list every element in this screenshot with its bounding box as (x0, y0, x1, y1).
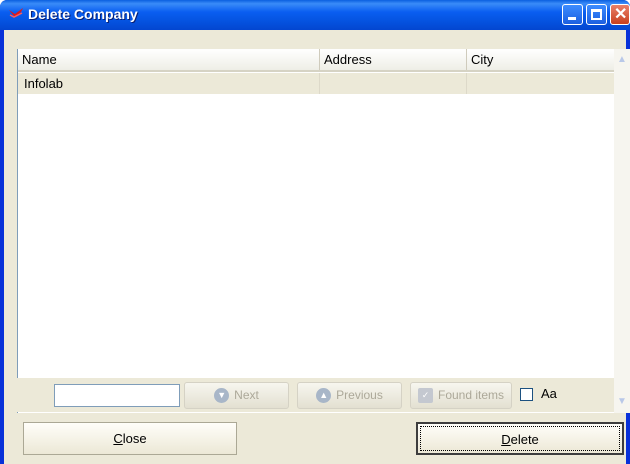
close-icon: ✕ (614, 6, 628, 23)
minimize-button[interactable] (562, 4, 583, 25)
maximize-button[interactable] (586, 4, 607, 25)
close-label: lose (122, 431, 147, 446)
found-items-button[interactable]: ✓ Found items (410, 382, 512, 409)
close-mnemonic: C (113, 431, 123, 446)
previous-button[interactable]: ▲ Previous (297, 382, 402, 409)
column-header-name[interactable]: Name (18, 49, 320, 70)
close-button[interactable]: Close (23, 422, 237, 455)
found-items-label: Found items (437, 388, 505, 402)
column-header-city[interactable]: City (467, 49, 615, 70)
maximize-icon (591, 9, 602, 20)
column-header-address[interactable]: Address (320, 49, 467, 70)
case-sensitive-checkbox[interactable] (520, 388, 533, 401)
checklist-icon: ✓ (417, 388, 433, 404)
title-bar[interactable]: Delete Company ✕ (0, 0, 630, 30)
arrow-up-icon: ▲ (316, 388, 332, 404)
delete-button[interactable]: Delete (416, 422, 624, 455)
previous-label: Previous (336, 388, 383, 402)
arrow-down-icon: ▼ (214, 388, 230, 404)
next-label: Next (234, 388, 259, 402)
company-table: Name Address City Infolab (17, 49, 615, 413)
cell-city (467, 73, 615, 94)
close-window-button[interactable]: ✕ (610, 4, 630, 25)
cell-address (320, 73, 467, 94)
search-input[interactable] (54, 384, 180, 407)
vertical-scrollbar[interactable]: ▲ ▼ (614, 49, 630, 413)
case-sensitive-label: Aa (541, 386, 557, 401)
delete-company-window: Delete Company ✕ Name Address City Infol… (0, 0, 630, 464)
focus-rect (420, 426, 620, 451)
table-row[interactable]: Infolab (18, 73, 615, 94)
search-bar: ▼ Next ▲ Previous ✓ Found items Aa (17, 378, 614, 412)
scroll-up-icon[interactable]: ▲ (615, 53, 629, 67)
app-icon (9, 8, 23, 18)
next-button[interactable]: ▼ Next (184, 382, 289, 409)
minimize-icon (568, 17, 576, 20)
scroll-down-icon[interactable]: ▼ (615, 395, 629, 409)
table-header: Name Address City (18, 49, 615, 72)
cell-name: Infolab (18, 73, 320, 94)
window-title: Delete Company (28, 6, 138, 22)
